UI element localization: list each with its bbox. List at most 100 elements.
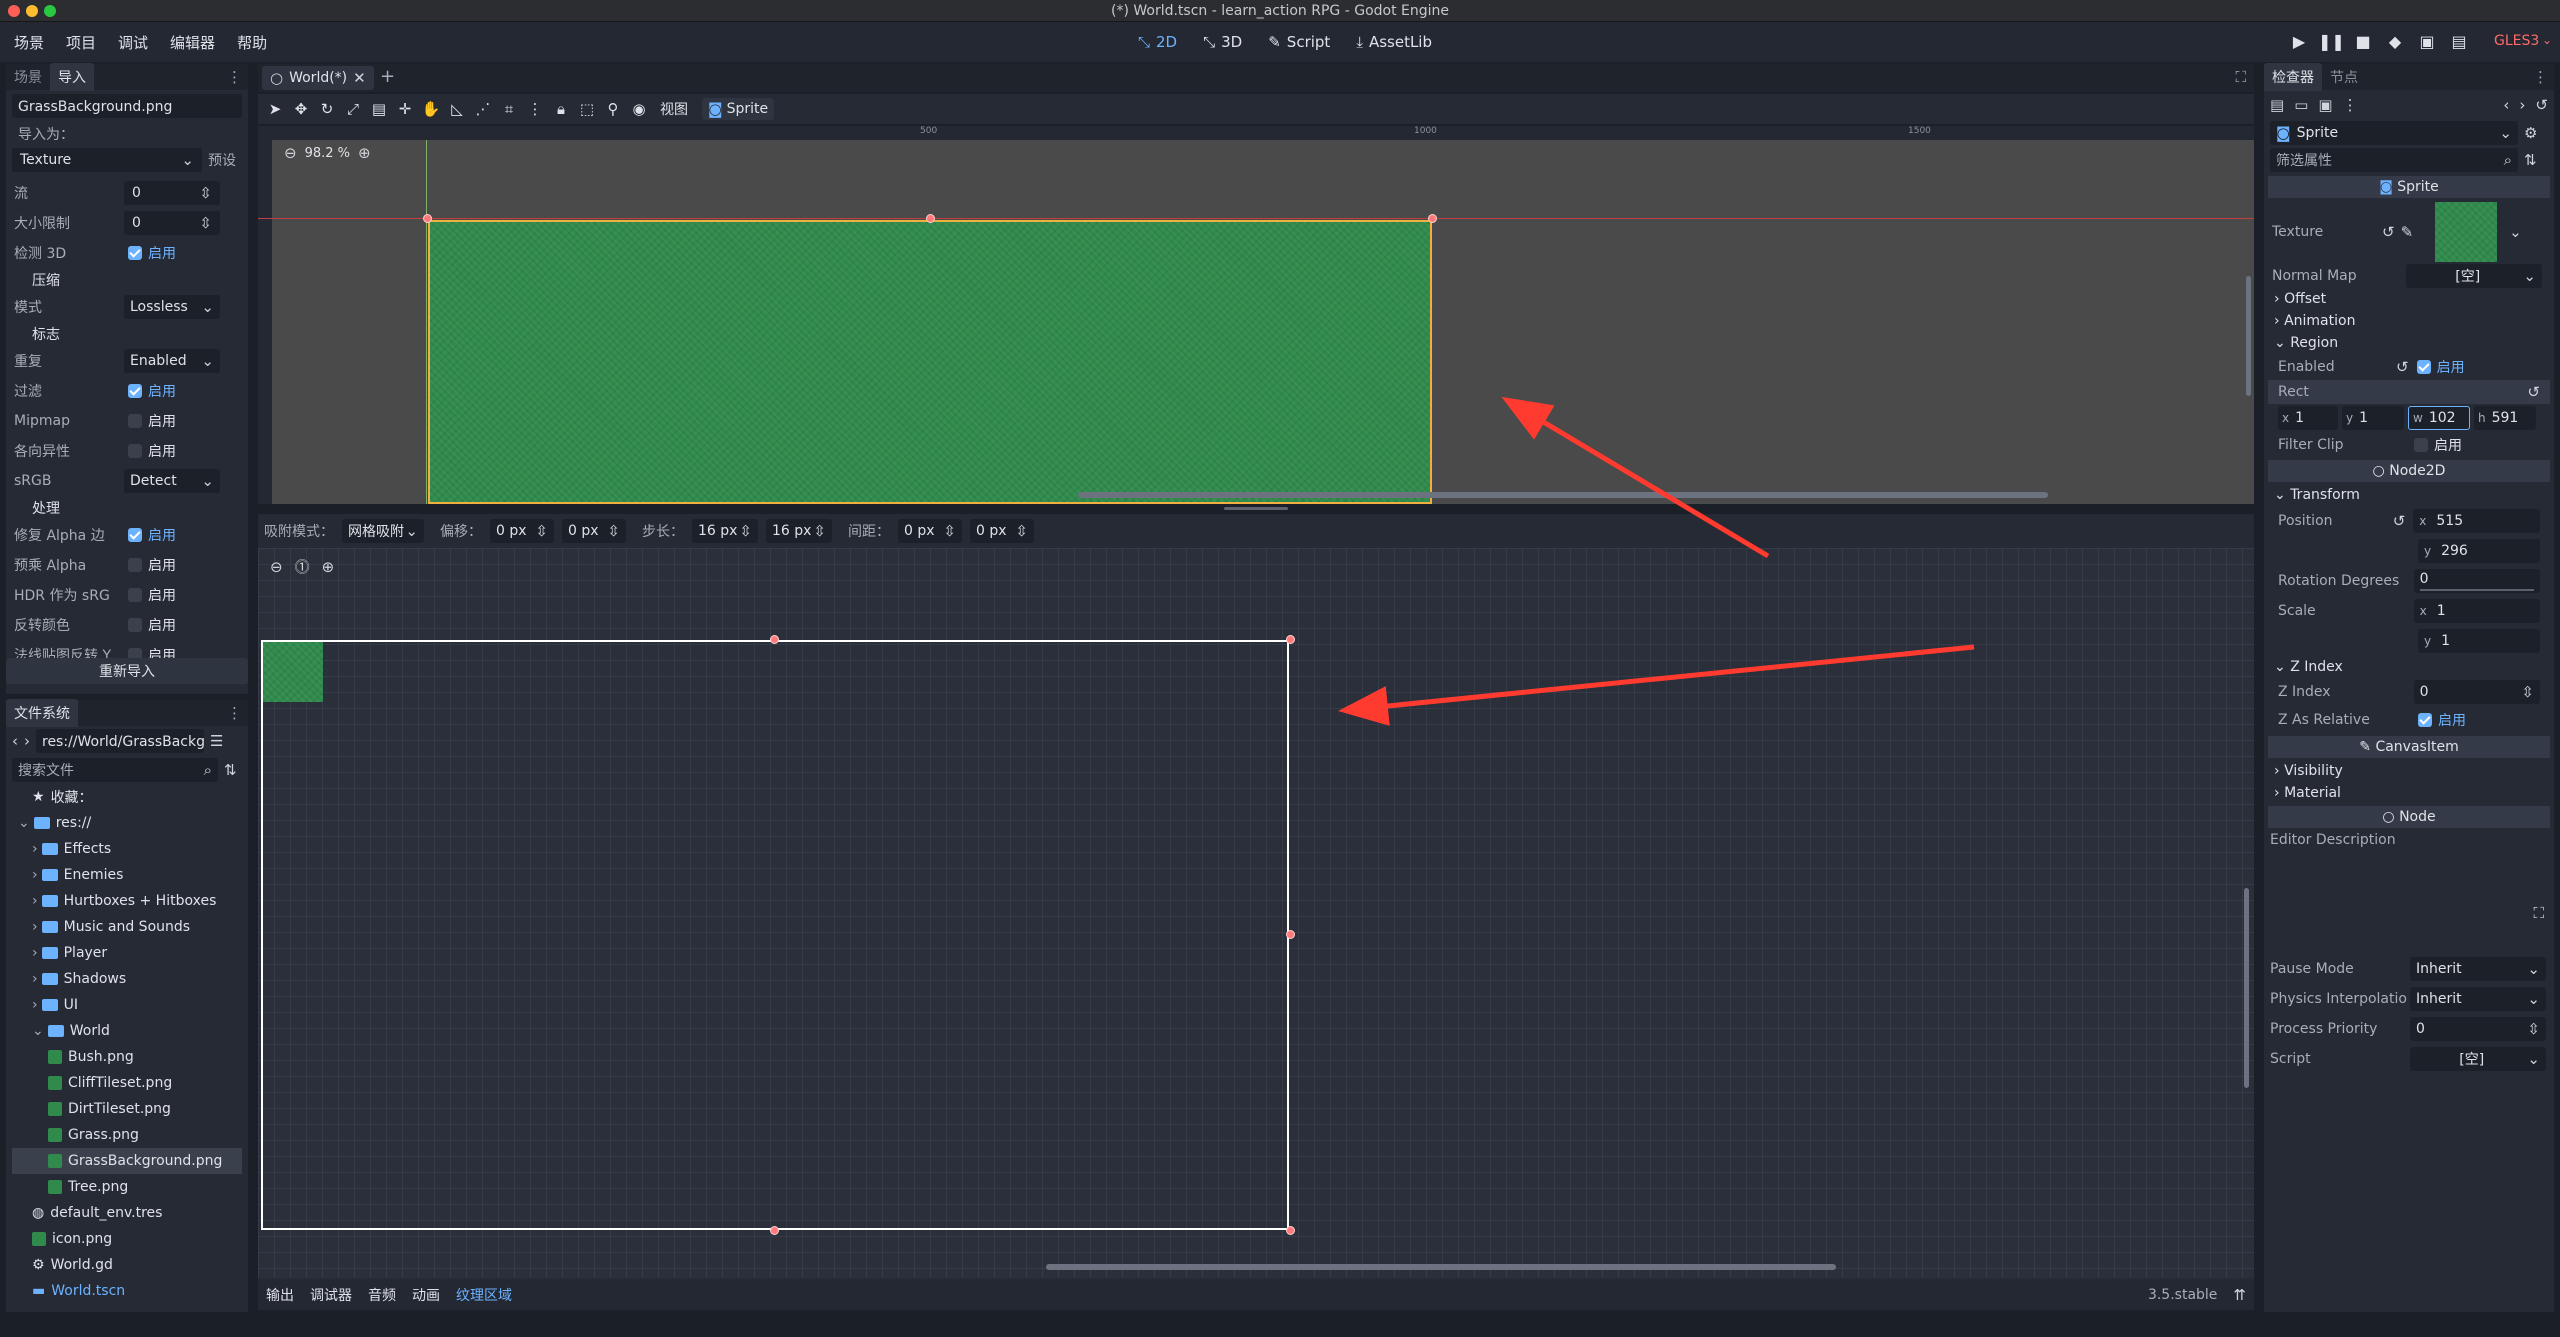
dock-menu-icon[interactable]: ⋮	[2533, 68, 2548, 86]
horizontal-scrollbar[interactable]	[1078, 492, 2048, 498]
tab-node[interactable]: 节点	[2322, 63, 2366, 91]
tab-debugger[interactable]: 调试器	[310, 1285, 352, 1305]
filter-properties-input[interactable]: 筛选属性 ⌕	[2270, 148, 2518, 172]
scale-x-field[interactable]: x1	[2413, 599, 2540, 623]
workspace-3d[interactable]: ⤡ 3D	[1203, 33, 1242, 51]
region-section[interactable]: ⌄ Region	[2268, 332, 2550, 354]
history-forward-icon[interactable]: ›	[2519, 96, 2525, 114]
res-root-row[interactable]: ⌄ res://	[12, 810, 242, 836]
normal-map-field[interactable]: [空] ⌄	[2406, 264, 2542, 288]
z-index-field[interactable]: 0 ⇳	[2413, 680, 2540, 704]
snap-options-icon[interactable]: ⋮	[522, 96, 548, 122]
history-back-icon[interactable]: ‹	[2503, 96, 2509, 114]
zoom-in-icon[interactable]: ⊕	[358, 144, 371, 162]
group-icon[interactable]: ⬚	[574, 96, 600, 122]
pan-icon[interactable]: ✋	[418, 96, 444, 122]
play-scene-icon[interactable]: ◆	[2382, 29, 2408, 55]
file-item[interactable]: GrassBackground.png	[12, 1148, 242, 1174]
resize-handle[interactable]	[423, 214, 432, 223]
property-settings-icon[interactable]: ⇅	[2524, 151, 2537, 169]
reimport-button[interactable]: 重新导入	[6, 658, 248, 684]
fullscreen-icon[interactable]: ⛶	[2235, 68, 2246, 86]
scene-viewport[interactable]: 500 1000 1500 ⊖ 98.2 % ⊕	[258, 126, 2254, 504]
workspace-script[interactable]: ✎ Script	[1268, 33, 1330, 51]
maximize-window-button[interactable]	[44, 5, 56, 17]
material-section[interactable]: › Material	[2268, 782, 2550, 804]
tab-inspector[interactable]: 检查器	[2264, 63, 2322, 91]
tab-filesystem[interactable]: 文件系统	[6, 699, 78, 727]
region-rect[interactable]	[261, 640, 1289, 1230]
file-item[interactable]: › Music and Sounds	[12, 914, 242, 940]
movie-icon[interactable]: ▤	[2446, 29, 2472, 55]
zoom-out-icon[interactable]: ⊖	[284, 144, 297, 162]
bone-icon[interactable]: ⚲	[600, 96, 626, 122]
revert-icon[interactable]: ↺	[2527, 383, 2540, 401]
rect-w-field[interactable]: w 102	[2408, 406, 2470, 430]
chevron-down-icon[interactable]: ⌄	[2509, 223, 2522, 241]
file-item[interactable]: Bush.png	[12, 1044, 242, 1070]
lock-icon[interactable]: 🔒︎	[548, 96, 574, 122]
favorites-row[interactable]: ★ 收藏：	[12, 784, 242, 810]
menu-scene[interactable]: 场景	[14, 32, 44, 53]
dock-menu-icon[interactable]: ⋮	[227, 704, 242, 722]
import-checkbox[interactable]	[128, 414, 142, 428]
import-checkbox[interactable]	[128, 588, 142, 602]
preset-button[interactable]: 预设	[208, 150, 236, 170]
file-item[interactable]: ▬ World.tscn	[12, 1278, 242, 1304]
dock-menu-icon[interactable]: ⋮	[227, 68, 242, 86]
filter-clip-checkbox[interactable]	[2414, 438, 2428, 452]
open-folder-icon[interactable]: ▭	[2294, 96, 2308, 114]
pause-icon[interactable]: ❚❚	[2318, 29, 2345, 55]
vertical-scrollbar[interactable]	[2246, 276, 2251, 396]
renderer-select[interactable]: GLES3	[2494, 33, 2539, 49]
play-custom-icon[interactable]: ▣	[2414, 29, 2440, 55]
scale-mode-icon[interactable]: ⤢	[340, 96, 366, 122]
grass-sprite[interactable]	[428, 220, 1432, 504]
region-canvas[interactable]: ⊖ ⓵ ⊕	[258, 548, 2254, 1278]
smart-snap-icon[interactable]: ⋰	[470, 96, 496, 122]
visibility-section[interactable]: › Visibility	[2268, 760, 2550, 782]
sprite-menu[interactable]: ◙ Sprite	[702, 98, 775, 120]
object-select[interactable]: ◙ Sprite ⌄	[2270, 121, 2518, 145]
file-item[interactable]: › Enemies	[12, 862, 242, 888]
file-item[interactable]: icon.png	[12, 1226, 242, 1252]
z-relative-checkbox[interactable]	[2418, 713, 2432, 727]
split-view-icon[interactable]: ☰	[210, 732, 223, 750]
step-x-field[interactable]: 16 px ⇳	[692, 519, 758, 543]
play-icon[interactable]: ▶	[2286, 29, 2312, 55]
revert-icon[interactable]: ↺	[2382, 223, 2395, 241]
offset-x-field[interactable]: 0 px ⇳	[490, 519, 554, 543]
zoom-reset-icon[interactable]: ⓵	[295, 556, 310, 577]
history-icon[interactable]: ↺	[2535, 96, 2548, 114]
workspace-2d[interactable]: ⤡ 2D	[1138, 33, 1177, 51]
process-priority-field[interactable]: 0 ⇳	[2410, 1017, 2546, 1041]
import-checkbox[interactable]	[128, 384, 142, 398]
import-select-field[interactable]: Detect ⌄	[124, 469, 220, 493]
region-handle[interactable]	[770, 1226, 779, 1235]
menu-project[interactable]: 项目	[66, 32, 96, 53]
menu-debug[interactable]: 调试	[118, 32, 148, 53]
zoom-out-icon[interactable]: ⊖	[270, 558, 283, 576]
path-field[interactable]: res://World/GrassBackgr	[36, 729, 204, 753]
file-item[interactable]: CliffTileset.png	[12, 1070, 242, 1096]
pin-icon[interactable]: ⇈	[2233, 1286, 2246, 1304]
zoom-level[interactable]: 98.2 %	[305, 146, 350, 161]
stop-icon[interactable]: ■	[2350, 29, 2376, 55]
rect-y-field[interactable]: y1	[2342, 406, 2404, 430]
menu-editor[interactable]: 编辑器	[170, 32, 215, 53]
position-y-field[interactable]: y 296	[2418, 539, 2540, 563]
position-x-field[interactable]: x 515	[2413, 509, 2540, 533]
import-checkbox[interactable]	[128, 246, 142, 260]
region-handle[interactable]	[770, 635, 779, 644]
snap-mode-select[interactable]: 网格吸附 ⌄	[342, 519, 424, 543]
offset-section[interactable]: › Offset	[2268, 288, 2550, 310]
new-resource-icon[interactable]: ▤	[2270, 96, 2284, 114]
region-handle[interactable]	[1286, 930, 1295, 939]
resize-handle[interactable]	[1428, 214, 1437, 223]
tab-scene[interactable]: 场景	[6, 63, 50, 91]
file-item[interactable]: › Shadows	[12, 966, 242, 992]
scale-y-field[interactable]: y1	[2418, 629, 2540, 653]
expand-icon[interactable]: ⛶	[2533, 904, 2544, 922]
file-item[interactable]: › Effects	[12, 836, 242, 862]
chevron-down-icon[interactable]: ⌄	[2542, 33, 2552, 47]
